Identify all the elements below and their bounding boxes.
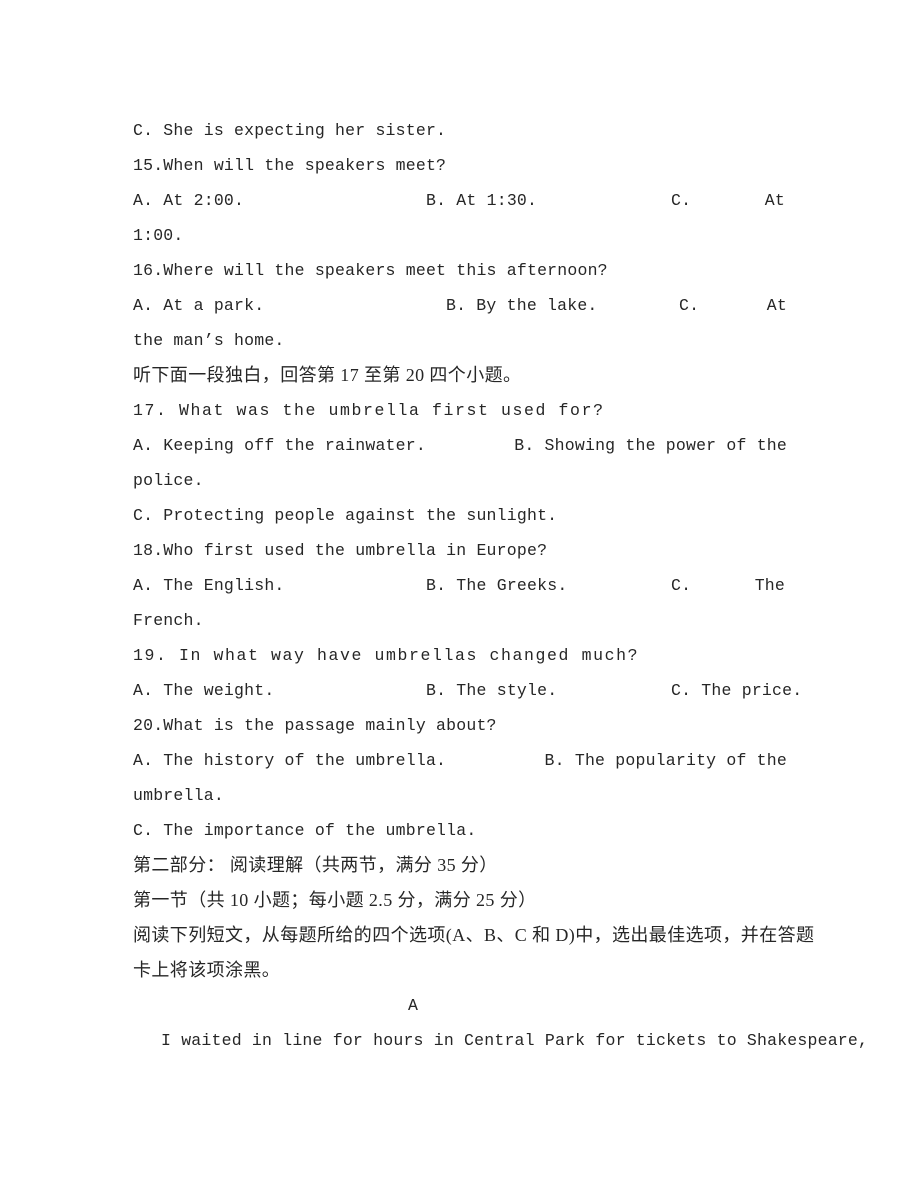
question-19-option-b: B. The style.: [426, 681, 558, 700]
question-16-options: A. At a park. B. By the lake. C. At: [133, 288, 787, 323]
question-19-options: A. The weight. B. The style. C. The pric…: [133, 673, 802, 708]
question-16-option-c-label: C.: [679, 296, 700, 315]
reading-instruction-line-1: 阅读下列短文，从每题所给的四个选项(A、B、C 和 D)中，选出最佳选项，并在答…: [133, 925, 815, 945]
question-18-option-c-wrapped: French.: [133, 611, 204, 630]
question-20-options: A. The history of the umbrella. B. The p…: [133, 743, 787, 778]
option-line-14c: C. She is expecting her sister.: [133, 121, 447, 140]
question-17-options: A. Keeping off the rainwater. B. Showing…: [133, 428, 787, 463]
reading-subsection-heading: 第一节（共 10 小题；每小题 2.5 分，满分 25 分）: [133, 890, 537, 910]
question-19-option-a: A. The weight.: [133, 681, 275, 700]
exam-page: C. She is expecting her sister. 15.When …: [133, 113, 869, 1058]
question-18-stem: 18.Who first used the umbrella in Europe…: [133, 541, 548, 560]
reading-instruction-line-2: 卡上将该项涂黑。: [133, 960, 281, 980]
monologue-instruction: 听下面一段独白，回答第 17 至第 20 四个小题。: [133, 365, 522, 385]
question-19-option-c: C. The price.: [671, 681, 803, 700]
passage-first-line: I waited in line for hours in Central Pa…: [161, 1031, 869, 1050]
question-18-option-c-text: The: [754, 576, 785, 595]
question-16-option-a: A. At a park.: [133, 296, 265, 315]
question-20-stem: 20.What is the passage mainly about?: [133, 716, 497, 735]
reading-part-heading: 第二部分： 阅读理解（共两节，满分 35 分）: [133, 855, 498, 875]
question-15-option-b: B. At 1:30.: [426, 191, 538, 210]
question-16-option-c-text: At: [766, 296, 787, 315]
question-20-option-b: B. The popularity of the: [544, 751, 787, 770]
question-15-options: A. At 2:00. B. At 1:30. C. At: [133, 183, 787, 218]
question-15-option-c-text: At: [764, 191, 785, 210]
question-20-option-c: C. The importance of the umbrella.: [133, 821, 477, 840]
question-16-option-c-wrapped: the man’s home.: [133, 331, 285, 350]
question-20-option-a: A. The history of the umbrella.: [133, 751, 447, 770]
passage-label-a: A: [407, 996, 419, 1015]
question-17-option-c: C. Protecting people against the sunligh…: [133, 506, 558, 525]
question-18-option-c-label: C.: [671, 576, 692, 595]
question-17-option-a: A. Keeping off the rainwater.: [133, 436, 426, 455]
question-15-option-c-label: C.: [671, 191, 692, 210]
question-20-option-b-wrapped: umbrella.: [133, 786, 224, 805]
question-15-option-c-wrapped: 1:00.: [133, 226, 184, 245]
question-17-option-b-wrapped: police.: [133, 471, 204, 490]
question-19-stem: 19. In what way have umbrellas changed m…: [133, 646, 640, 665]
question-15-stem: 15.When will the speakers meet?: [133, 156, 447, 175]
question-18-options: A. The English. B. The Greeks. C. The: [133, 568, 787, 603]
question-17-option-b: B. Showing the power of the: [514, 436, 787, 455]
question-18-option-b: B. The Greeks.: [426, 576, 568, 595]
question-18-option-a: A. The English.: [133, 576, 285, 595]
question-16-option-b: B. By the lake.: [446, 296, 598, 315]
question-16-stem: 16.Where will the speakers meet this aft…: [133, 261, 608, 280]
question-15-option-a: A. At 2:00.: [133, 191, 245, 210]
question-17-stem: 17. What was the umbrella first used for…: [133, 401, 605, 420]
